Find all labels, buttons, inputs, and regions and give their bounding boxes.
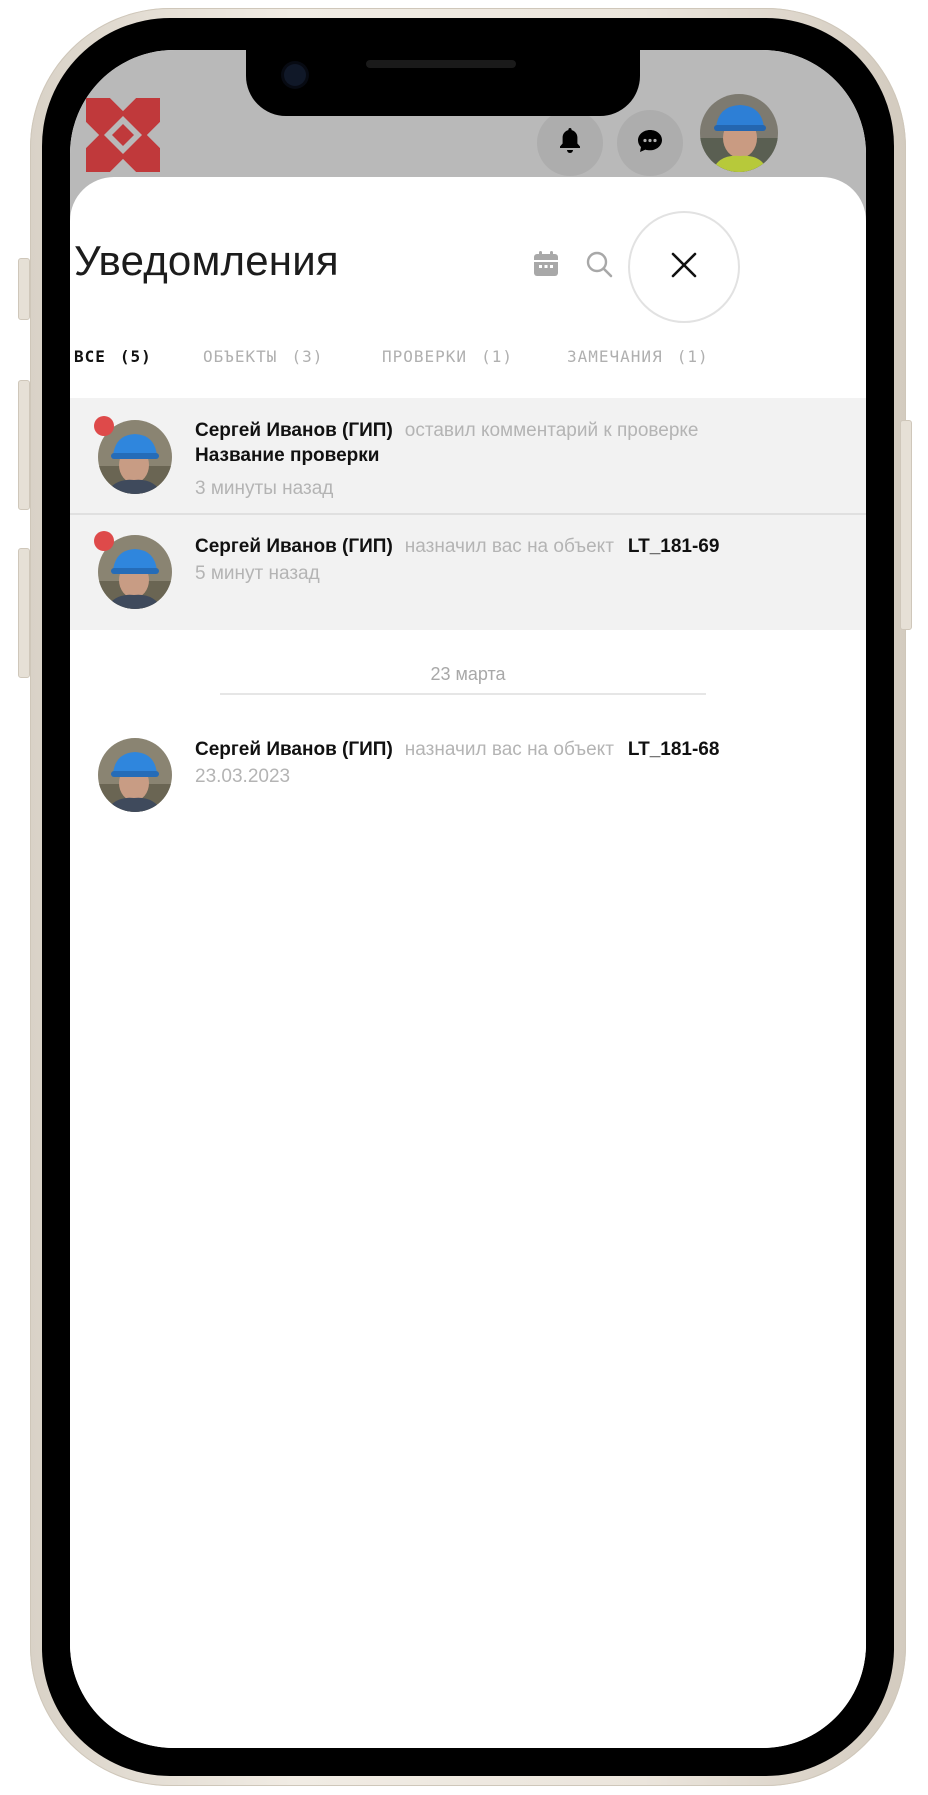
- tab-label: ВСЕ: [74, 347, 106, 366]
- notification-action: назначил вас на объект: [404, 739, 614, 760]
- tab-all[interactable]: ВСЕ (5): [74, 347, 152, 366]
- search-icon: [584, 249, 614, 284]
- tab-inspections[interactable]: ПРОВЕРКИ (1): [382, 347, 513, 366]
- unread-indicator: [94, 531, 114, 551]
- search-button[interactable]: [578, 245, 620, 287]
- volume-up-button: [18, 380, 30, 510]
- filter-tabs: ВСЕ (5) ОБЪЕКТЫ (3) ПРОВЕРКИ (1) ЗАМЕЧАНИЯ (…: [70, 347, 866, 387]
- notification-action: назначил вас на объект: [404, 536, 614, 557]
- date-separator-line: [220, 693, 706, 695]
- object-link[interactable]: LT_181-69: [628, 536, 720, 557]
- notification-author: Сергей Иванов (ГИП): [195, 739, 393, 760]
- close-button[interactable]: [628, 211, 740, 323]
- object-link[interactable]: LT_181-68: [628, 739, 720, 760]
- tab-remarks[interactable]: ЗАМЕЧАНИЯ (1): [567, 347, 709, 366]
- notification-time: 3 минуты назад: [195, 478, 334, 499]
- tab-count: (1): [676, 347, 709, 366]
- camera-notch: [246, 50, 640, 116]
- tab-count: (5): [119, 347, 152, 366]
- notification-time: 5 минут назад: [195, 563, 320, 584]
- avatar: [98, 738, 172, 812]
- notification-subject[interactable]: Название проверки: [195, 442, 379, 470]
- close-icon: [669, 250, 699, 285]
- calendar-icon: [531, 249, 561, 284]
- tab-label: ЗАМЕЧАНИЯ: [567, 347, 663, 366]
- notification-text: Сергей Иванов (ГИП) оставил комментарий к…: [195, 417, 699, 445]
- volume-down-button: [18, 548, 30, 678]
- notification-item[interactable]: Сергей Иванов (ГИП) назначил вас на объек…: [70, 515, 866, 630]
- mute-switch: [18, 258, 30, 320]
- notification-item[interactable]: Сергей Иванов (ГИП) оставил комментарий к…: [70, 398, 866, 513]
- logo-icon[interactable]: [86, 98, 160, 172]
- tab-count: (3): [291, 347, 324, 366]
- notification-time: 23.03.2023: [195, 766, 291, 787]
- chat-icon: [637, 129, 663, 158]
- tab-label: ОБЪЕКТЫ: [203, 347, 278, 366]
- speaker-grille: [366, 60, 516, 68]
- screen: Уведомления ВСЕ (5) ОБЪЕКТЫ (3) ПРОВЕРКИ…: [70, 50, 866, 1748]
- notification-text: Сергей Иванов (ГИП) назначил вас на объек…: [195, 533, 719, 561]
- calendar-filter-button[interactable]: [525, 245, 567, 287]
- bell-icon: [558, 127, 582, 160]
- tab-objects[interactable]: ОБЪЕКТЫ (3): [203, 347, 323, 366]
- unread-indicator: [94, 416, 114, 436]
- notifications-button[interactable]: [537, 110, 603, 176]
- messages-button[interactable]: [617, 110, 683, 176]
- date-separator: 23 марта: [430, 664, 506, 684]
- notifications-sheet: Уведомления ВСЕ (5) ОБЪЕКТЫ (3) ПРОВЕРКИ…: [70, 177, 866, 1748]
- notification-author: Сергей Иванов (ГИП): [195, 536, 393, 557]
- notification-action: оставил комментарий к проверке: [404, 420, 699, 441]
- notification-item[interactable]: Сергей Иванов (ГИП) назначил вас на объек…: [70, 720, 866, 830]
- tab-label: ПРОВЕРКИ: [382, 347, 468, 366]
- tab-count: (1): [481, 347, 513, 366]
- unread-notifications: Сергей Иванов (ГИП) оставил комментарий к…: [70, 398, 866, 630]
- power-button: [900, 420, 912, 630]
- notification-author: Сергей Иванов (ГИП): [195, 420, 393, 441]
- front-camera: [284, 64, 306, 86]
- user-avatar[interactable]: [700, 94, 778, 172]
- notification-text: Сергей Иванов (ГИП) назначил вас на объек…: [195, 736, 719, 764]
- page-title: Уведомления: [74, 237, 339, 284]
